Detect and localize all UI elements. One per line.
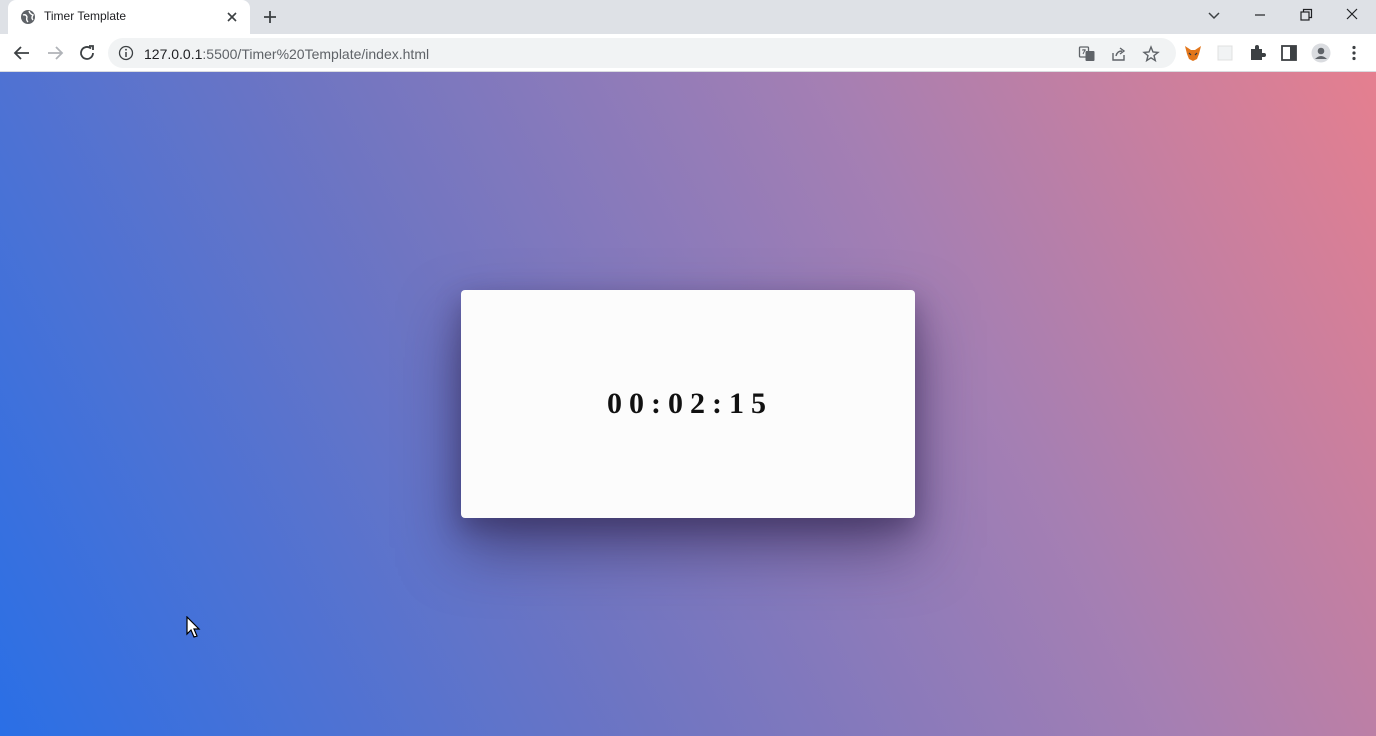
extension-placeholder-icon[interactable] xyxy=(1215,43,1235,63)
tab-title: Timer Template xyxy=(44,9,127,23)
url-text[interactable]: 127.0.0.1:5500/Timer%20Template/index.ht… xyxy=(144,46,429,62)
close-icon[interactable] xyxy=(224,9,240,25)
address-bar[interactable]: 127.0.0.1:5500/Timer%20Template/index.ht… xyxy=(108,38,1176,68)
minimize-icon[interactable] xyxy=(1248,4,1272,26)
timer-display: 00:02:15 xyxy=(607,387,773,420)
back-icon[interactable] xyxy=(11,42,33,64)
timer-card: 00:02:15 xyxy=(461,290,915,518)
bookmark-star-icon[interactable] xyxy=(1142,45,1160,63)
translate-icon[interactable] xyxy=(1078,45,1096,63)
close-window-icon[interactable] xyxy=(1340,4,1364,26)
new-tab-icon[interactable] xyxy=(260,7,280,27)
browser-toolbar: 127.0.0.1:5500/Timer%20Template/index.ht… xyxy=(0,34,1376,72)
reload-icon[interactable] xyxy=(76,42,98,64)
url-host: 127.0.0.1 xyxy=(144,46,203,62)
url-path: :5500/Timer%20Template/index.html xyxy=(202,46,430,62)
extensions-puzzle-icon[interactable] xyxy=(1247,43,1267,63)
restore-icon[interactable] xyxy=(1294,4,1318,26)
mouse-cursor-icon xyxy=(186,616,201,638)
page-viewport: 00:02:15 xyxy=(0,72,1376,736)
side-panel-icon[interactable] xyxy=(1279,43,1299,63)
forward-icon[interactable] xyxy=(44,42,66,64)
info-icon[interactable] xyxy=(118,45,134,61)
profile-avatar-icon[interactable] xyxy=(1311,43,1331,63)
tab-strip: Timer Template xyxy=(0,0,1376,34)
tab-search-icon[interactable] xyxy=(1202,4,1226,26)
fox-extension-icon[interactable] xyxy=(1183,43,1203,63)
more-menu-icon[interactable] xyxy=(1344,43,1364,63)
share-icon[interactable] xyxy=(1110,45,1128,63)
tab-timer-template[interactable]: Timer Template xyxy=(8,0,250,34)
globe-icon xyxy=(21,10,35,24)
